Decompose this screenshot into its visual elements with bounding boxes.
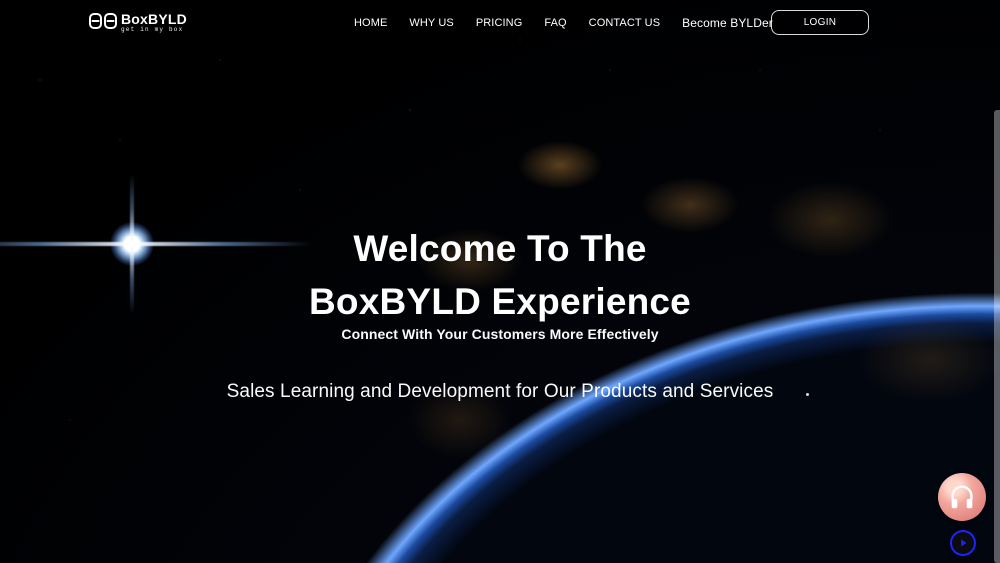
hero-subheadline: Connect With Your Customers More Effecti… [341, 326, 659, 342]
page-scrollbar[interactable] [994, 110, 1000, 563]
audio-widget-button[interactable] [938, 473, 986, 521]
hero-section: Welcome To The BoxBYLD Experience Connec… [0, 0, 1000, 563]
hero-headline-line-2: BoxBYLD Experience [309, 281, 691, 322]
headphones-icon [947, 482, 977, 512]
landing-page: BoxBYLD get in my box HOME WHY US PRICIN… [0, 0, 1000, 563]
hero-headline-line-1: Welcome To The [353, 228, 647, 269]
play-icon [956, 536, 970, 550]
tagline-decoration-dot [806, 393, 809, 396]
play-button[interactable] [950, 530, 976, 556]
hero-headline: Welcome To The BoxBYLD Experience [0, 222, 1000, 328]
hero-tagline: Sales Learning and Development for Our P… [226, 381, 774, 402]
